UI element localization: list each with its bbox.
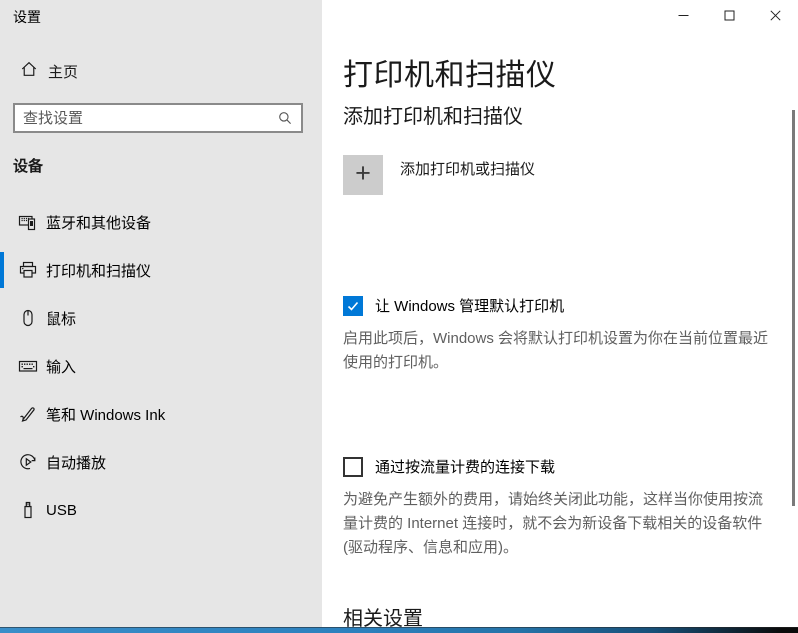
minimize-icon (678, 15, 688, 16)
sidebar-home-label: 主页 (48, 63, 79, 81)
selected-accent-bar (0, 444, 4, 480)
metered-download-row[interactable]: 通过按流量计费的连接下载 (343, 456, 555, 477)
scrollbar-thumb[interactable] (792, 110, 795, 506)
mouse-icon (18, 308, 38, 328)
add-printer-label: 添加打印机或扫描仪 (400, 161, 536, 178)
metered-download-label: 通过按流量计费的连接下载 (375, 459, 556, 476)
window-title: 设置 (13, 9, 41, 25)
sidebar-item-devices[interactable]: 蓝牙和其他设备 (0, 200, 322, 244)
autoplay-icon (18, 452, 38, 472)
checkmark-icon (347, 301, 359, 311)
sidebar-item-mouse[interactable]: 鼠标 (0, 296, 322, 340)
sidebar-item-printer[interactable]: 打印机和扫描仪 (0, 248, 322, 292)
plus-icon: + (355, 158, 371, 188)
sidebar-item-label: 鼠标 (46, 310, 77, 328)
selected-accent-bar (0, 348, 4, 384)
close-button[interactable] (752, 0, 798, 31)
sidebar-item-label: 自动播放 (46, 454, 107, 472)
sidebar-section-header: 设备 (13, 158, 44, 175)
metered-download-checkbox[interactable] (343, 456, 363, 477)
selected-accent-bar (0, 492, 4, 528)
add-printer-tile[interactable]: + (343, 155, 383, 195)
selected-accent-bar (0, 300, 4, 336)
close-icon (769, 10, 781, 21)
sidebar-item-label: 笔和 Windows Ink (46, 406, 166, 424)
pen-icon (18, 404, 38, 424)
selected-accent-bar (0, 396, 4, 432)
default-printer-description: 启用此项后，Windows 会将默认打印机设置为你在当前位置最近使用的打印机。 (343, 330, 769, 371)
usb-icon (18, 500, 38, 520)
default-printer-checkbox[interactable] (343, 295, 363, 316)
search-input[interactable] (15, 109, 277, 127)
sidebar-item-label: USB (46, 501, 77, 519)
search-box (13, 103, 303, 133)
metered-download-description: 为避免产生额外的费用，请始终关闭此功能，这样当你使用按流量计费的 Interne… (343, 491, 764, 556)
search-icon (277, 110, 293, 126)
sidebar-item-usb[interactable]: USB (0, 488, 322, 532)
sidebar-item-pen[interactable]: 笔和 Windows Ink (0, 392, 322, 436)
selected-accent-bar (0, 252, 4, 288)
maximize-button[interactable] (706, 0, 752, 31)
keyboard-icon (18, 356, 38, 376)
sidebar-nav: 蓝牙和其他设备 打印机和扫描仪 鼠标输入笔和 Windows Ink 自动播放 USB (0, 200, 322, 536)
selected-accent-bar (0, 204, 4, 240)
maximize-icon (724, 10, 734, 21)
main-panel: 打印机和扫描仪 添加打印机和扫描仪 + 添加打印机或扫描仪 让 Windows … (322, 0, 798, 630)
add-printer-button[interactable]: + 添加打印机或扫描仪 (343, 155, 535, 195)
sidebar-item-autoplay[interactable]: 自动播放 (0, 440, 322, 484)
default-printer-label: 让 Windows 管理默认打印机 (375, 298, 565, 315)
devices-icon (18, 212, 38, 232)
sidebar-item-label: 打印机和扫描仪 (46, 262, 152, 280)
sidebar-item-home[interactable]: 主页 (0, 53, 322, 89)
sidebar-item-label: 输入 (46, 358, 77, 376)
sidebar: 主页 设备 蓝牙和其他设备打印机和扫描仪鼠标输入笔和 Windows Ink 自动… (0, 0, 322, 628)
printer-icon (18, 260, 38, 280)
sidebar-item-keyboard[interactable]: 输入 (0, 344, 322, 388)
default-printer-row[interactable]: 让 Windows 管理默认打印机 (343, 295, 564, 316)
add-section-heading: 添加打印机和扫描仪 (343, 106, 523, 128)
home-icon (20, 60, 38, 83)
minimize-button[interactable] (660, 0, 706, 31)
page-title: 打印机和扫描仪 (343, 59, 557, 92)
window-controls (660, 0, 798, 31)
bottom-edge-bar (0, 627, 798, 633)
sidebar-item-label: 蓝牙和其他设备 (46, 214, 152, 232)
